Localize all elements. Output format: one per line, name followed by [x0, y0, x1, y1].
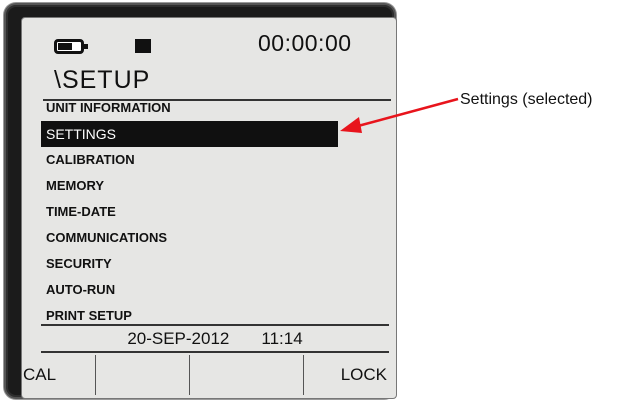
callout-arrowhead: [340, 117, 362, 133]
callout-label: Settings (selected): [460, 91, 593, 108]
callout-arrow: [340, 97, 459, 133]
callout-arrow-line: [357, 97, 459, 128]
